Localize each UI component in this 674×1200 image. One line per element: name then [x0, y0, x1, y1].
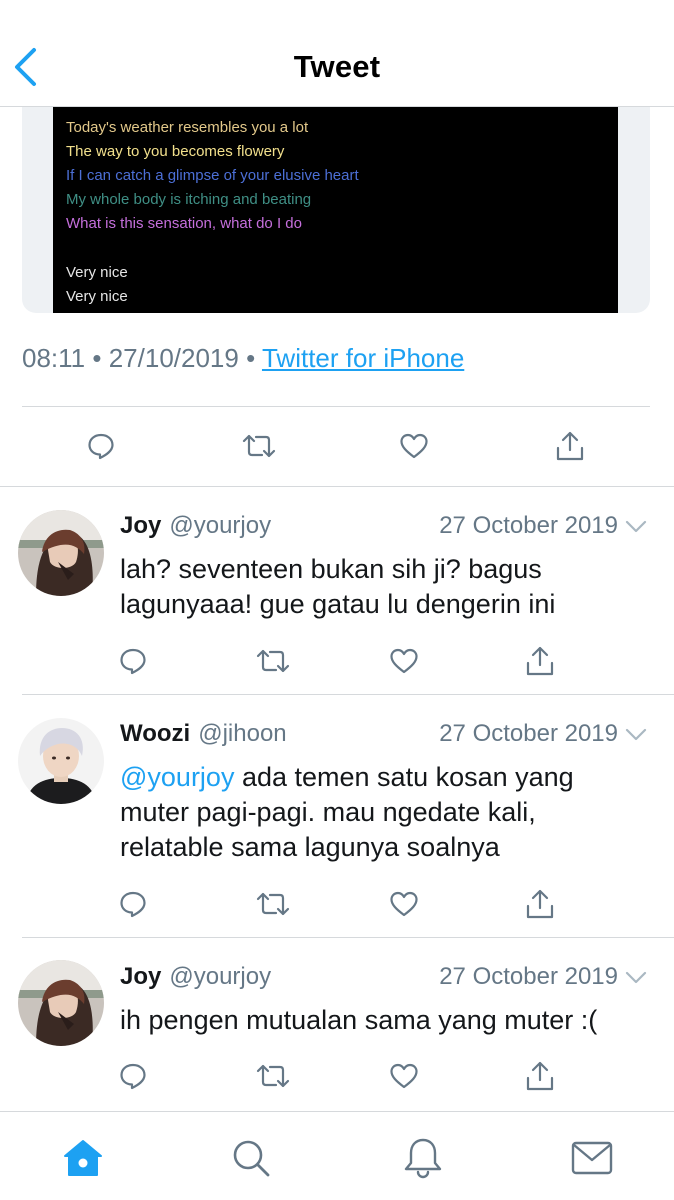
- avatar[interactable]: [18, 510, 104, 596]
- display-name: Woozi: [120, 720, 191, 747]
- tab-home[interactable]: [61, 1136, 105, 1180]
- tweet-media[interactable]: Today's weather resembles you a lot The …: [22, 107, 650, 313]
- tweet-source-link[interactable]: Twitter for iPhone: [262, 343, 464, 373]
- heart-icon: [390, 648, 418, 674]
- page-title: Tweet: [293, 49, 381, 84]
- reply-button[interactable]: [81, 426, 121, 466]
- like-button[interactable]: [384, 1056, 424, 1096]
- retweet-button[interactable]: [253, 1056, 293, 1096]
- reply-bubble-icon: [120, 648, 146, 675]
- notifications-bell-icon: [404, 1138, 442, 1179]
- retweet-button[interactable]: [253, 641, 293, 681]
- user-handle: @jihoon: [198, 720, 287, 747]
- bottom-tab-bar: [0, 1111, 674, 1200]
- retweet-icon: [242, 434, 276, 458]
- like-button[interactable]: [384, 641, 424, 681]
- reply-action-bar: [0, 884, 674, 924]
- like-button[interactable]: [394, 426, 434, 466]
- reply-body: ih pengen mutualan sama yang muter :(: [120, 1005, 598, 1035]
- tweet-date: 27/10/2019: [108, 343, 239, 373]
- lyric-line: Today's weather resembles you a lot: [66, 119, 309, 136]
- reply-text: lah? seventeen bukan sih ji? bagus lagun…: [120, 552, 640, 622]
- reply-author[interactable]: Joy @yourjoy: [120, 963, 271, 991]
- retweet-button[interactable]: [253, 884, 293, 924]
- retweet-icon: [256, 649, 290, 673]
- reply-action-bar: [0, 641, 674, 681]
- share-button[interactable]: [550, 426, 590, 466]
- reply-button[interactable]: [113, 884, 153, 924]
- share-icon: [526, 889, 554, 919]
- like-button[interactable]: [384, 884, 424, 924]
- lyric-line: The way to you becomes flowery: [66, 143, 285, 160]
- reply-date: 27 October 2019: [439, 720, 618, 747]
- reply-tweet[interactable]: Joy @yourjoy 27 October 2019 lah? sevente…: [0, 487, 674, 694]
- avatar[interactable]: [18, 718, 104, 804]
- lyric-line: Very nice: [66, 264, 128, 281]
- heart-icon: [390, 891, 418, 917]
- tweet-timestamp: 08:11 • 27/10/2019 • Twitter for iPhone: [22, 343, 464, 374]
- reply-tweet[interactable]: Joy @yourjoy 27 October 2019 ih pengen mu…: [0, 938, 674, 1110]
- avatar[interactable]: [18, 960, 104, 1046]
- lyric-line: If I can catch a glimpse of your elusive…: [66, 167, 359, 184]
- share-button[interactable]: [520, 1056, 560, 1096]
- reply-bubble-icon: [120, 891, 146, 918]
- user-handle: @yourjoy: [169, 963, 272, 990]
- reply-tweet[interactable]: Woozi @jihoon 27 October 2019 @yourjoy ad…: [0, 695, 674, 937]
- lyrics-image: Today's weather resembles you a lot The …: [53, 107, 618, 313]
- lyric-line: My whole body is itching and beating: [66, 191, 312, 208]
- lyric-line: What is this sensation, what do I do: [66, 215, 302, 232]
- separator-dot: •: [92, 343, 102, 373]
- tab-messages[interactable]: [570, 1136, 614, 1180]
- retweet-icon: [256, 892, 290, 916]
- reply-bubble-icon: [88, 433, 114, 460]
- reply-date: 27 October 2019: [439, 963, 618, 990]
- mention-link[interactable]: @yourjoy: [120, 762, 234, 792]
- reply-text: ih pengen mutualan sama yang muter :(: [120, 1003, 640, 1038]
- reply-button[interactable]: [113, 641, 153, 681]
- share-icon: [526, 646, 554, 676]
- reply-button[interactable]: [113, 1056, 153, 1096]
- share-button[interactable]: [520, 884, 560, 924]
- top-navigation-bar: Tweet: [0, 0, 674, 107]
- retweet-button[interactable]: [239, 426, 279, 466]
- search-icon: [233, 1140, 270, 1177]
- display-name: Joy: [120, 512, 162, 539]
- reply-author[interactable]: Woozi @jihoon: [120, 720, 287, 748]
- reply-action-bar: [0, 1056, 674, 1096]
- chevron-down-icon[interactable]: [624, 723, 648, 747]
- reply-date: 27 October 2019: [439, 512, 618, 539]
- reply-bubble-icon: [120, 1063, 146, 1090]
- reply-text: @yourjoy ada temen satu kosan yang muter…: [120, 760, 640, 865]
- separator-dot: •: [246, 343, 256, 373]
- home-icon: [64, 1140, 102, 1176]
- divider: [22, 406, 650, 407]
- tab-search[interactable]: [229, 1136, 273, 1180]
- retweet-icon: [256, 1064, 290, 1088]
- reply-author[interactable]: Joy @yourjoy: [120, 512, 271, 540]
- reply-body: lah? seventeen bukan sih ji? bagus lagun…: [120, 554, 556, 619]
- messages-envelope-icon: [571, 1141, 613, 1175]
- share-icon: [526, 1061, 554, 1091]
- share-button[interactable]: [520, 641, 560, 681]
- heart-icon: [400, 433, 428, 459]
- heart-icon: [390, 1063, 418, 1089]
- tab-notifications[interactable]: [401, 1136, 445, 1180]
- chevron-down-icon[interactable]: [624, 515, 648, 539]
- user-handle: @yourjoy: [169, 512, 272, 539]
- tweet-action-bar: [0, 426, 674, 466]
- chevron-down-icon[interactable]: [624, 966, 648, 990]
- display-name: Joy: [120, 963, 162, 990]
- share-icon: [556, 431, 584, 461]
- lyric-line: Very nice: [66, 288, 128, 305]
- tweet-time: 08:11: [22, 343, 86, 373]
